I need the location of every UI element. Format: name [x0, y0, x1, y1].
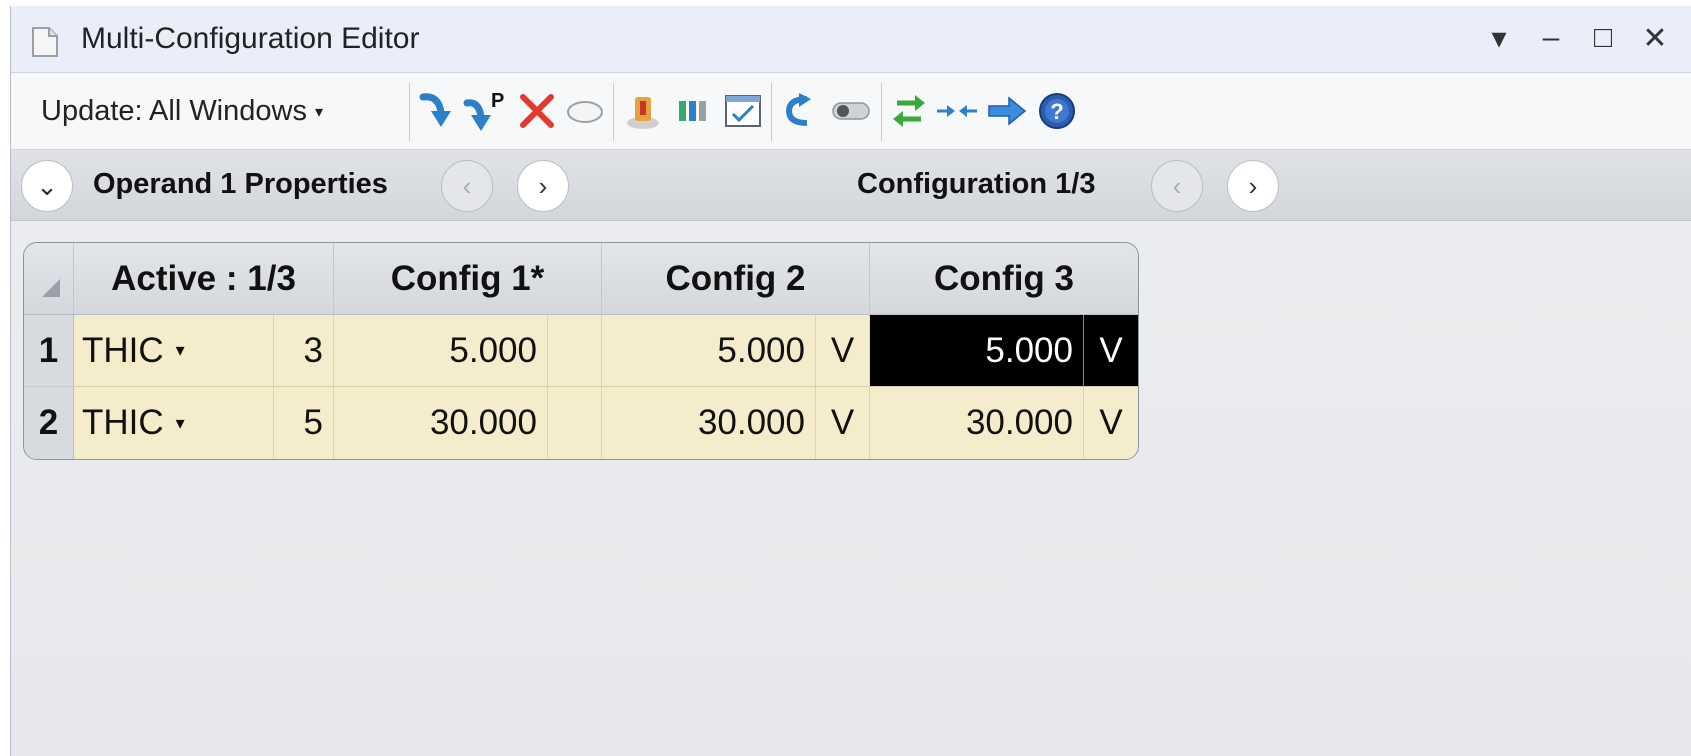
- operand-type: THIC: [82, 330, 164, 370]
- row-header-1[interactable]: 1: [24, 315, 74, 387]
- column-header-config-3[interactable]: Config 3: [870, 243, 1138, 315]
- toolbar-divider: [613, 83, 614, 141]
- columns-icon: [679, 101, 706, 121]
- update-label: Update: All Windows: [41, 95, 307, 127]
- toolbar: Update: All Windows ▾ P ?: [11, 73, 1691, 150]
- checklist-button[interactable]: [721, 87, 765, 135]
- toggle-button[interactable]: [829, 87, 873, 135]
- navigation-bar: ⌄ Operand 1 Properties ‹ › Configuration…: [11, 150, 1691, 221]
- insert-after-icon: P: [463, 90, 504, 131]
- chevron-down-icon: ▾: [314, 103, 323, 121]
- maximize-button[interactable]: □: [1583, 16, 1623, 60]
- close-button[interactable]: ✕: [1635, 16, 1675, 60]
- configuration-button[interactable]: [621, 87, 665, 135]
- swap-button[interactable]: [887, 87, 931, 135]
- columns-button[interactable]: [671, 87, 715, 135]
- solve-flag-cell[interactable]: V: [816, 315, 870, 387]
- solve-flag-cell[interactable]: [548, 387, 602, 459]
- ellipse-button[interactable]: [563, 87, 607, 135]
- chevron-right-icon: ›: [538, 170, 548, 201]
- insert-after-letter: P: [491, 90, 504, 112]
- operand-properties-label: Operand 1 Properties: [93, 168, 388, 200]
- minimize-button[interactable]: –: [1531, 16, 1571, 60]
- chevron-left-icon: ‹: [462, 170, 472, 201]
- configuration-label: Configuration 1/3: [857, 168, 1096, 200]
- insert-after-button[interactable]: P: [463, 87, 507, 135]
- update-dropdown[interactable]: Update: All Windows ▾: [41, 95, 323, 128]
- checklist-icon: [725, 95, 761, 127]
- help-icon: ?: [1039, 93, 1075, 129]
- config-value-cell[interactable]: 5.000: [334, 315, 548, 387]
- config-value-cell[interactable]: 30.000: [870, 387, 1084, 459]
- operand-param-cell[interactable]: 5: [274, 387, 334, 459]
- chevron-down-icon: ▾: [175, 340, 185, 360]
- solve-flag-cell[interactable]: V: [816, 387, 870, 459]
- config-value-cell[interactable]: 5.000: [602, 315, 816, 387]
- column-header-config-1[interactable]: Config 1*: [334, 243, 602, 315]
- delete-operand-button[interactable]: [515, 87, 559, 135]
- select-all-icon: [42, 279, 60, 297]
- svg-text:?: ?: [1050, 99, 1063, 124]
- undo-button[interactable]: [777, 87, 821, 135]
- config-value-cell[interactable]: 30.000: [334, 387, 548, 459]
- title-bar[interactable]: Multi-Configuration Editor ▾ – □ ✕: [11, 6, 1691, 73]
- close-icon: ✕: [1642, 21, 1668, 55]
- chevron-right-icon: ›: [1248, 170, 1258, 201]
- help-button[interactable]: ?: [1035, 87, 1079, 135]
- collapse-arrows-icon: [937, 105, 977, 117]
- config-grid: Active : 1/3 Config 1* Config 2 Config 3…: [23, 242, 1139, 460]
- collapse-button[interactable]: [935, 87, 979, 135]
- config-next-button[interactable]: ›: [1227, 160, 1279, 212]
- configuration-icon: [627, 97, 659, 129]
- expand-properties-button[interactable]: ⌄: [21, 160, 73, 212]
- undo-arrow-icon: [785, 93, 811, 126]
- toolbar-divider: [881, 83, 882, 141]
- chevron-left-icon: ‹: [1172, 170, 1182, 201]
- window-menu-button[interactable]: ▾: [1479, 16, 1519, 60]
- column-header-config-2[interactable]: Config 2: [602, 243, 870, 315]
- solve-flag-cell[interactable]: V: [1084, 387, 1138, 459]
- solve-flag-cell[interactable]: [548, 315, 602, 387]
- chevron-down-icon: ▾: [175, 412, 185, 433]
- delete-operand-icon: [520, 94, 554, 128]
- operand-type-dropdown[interactable]: THIC ▾: [74, 315, 274, 387]
- toolbar-divider: [771, 83, 772, 141]
- maximize-icon: □: [1593, 21, 1613, 54]
- forward-button[interactable]: [985, 87, 1029, 135]
- operand-prev-button[interactable]: ‹: [441, 160, 493, 212]
- multi-config-editor-window: Multi-Configuration Editor ▾ – □ ✕ Updat…: [10, 6, 1691, 756]
- toolbar-divider: [409, 83, 410, 141]
- ellipse-icon: [567, 101, 603, 123]
- minimize-icon: –: [1542, 21, 1560, 54]
- chevron-down-icon: ▾: [1491, 21, 1507, 55]
- config-prev-button[interactable]: ‹: [1151, 160, 1203, 212]
- operand-type: THIC: [82, 403, 164, 442]
- config-value-cell[interactable]: 30.000: [602, 387, 816, 459]
- operand-param-cell[interactable]: 3: [274, 315, 334, 387]
- right-arrow-icon: [988, 96, 1027, 126]
- grid-corner[interactable]: [24, 243, 74, 315]
- operand-type-dropdown[interactable]: THIC ▾: [74, 387, 274, 459]
- insert-operand-icon: [419, 93, 451, 127]
- insert-operand-button[interactable]: [415, 87, 459, 135]
- row-header-2[interactable]: 2: [24, 387, 74, 459]
- column-header-active[interactable]: Active : 1/3: [74, 243, 334, 315]
- window-title: Multi-Configuration Editor: [81, 22, 420, 55]
- solve-flag-cell-selected[interactable]: V: [1084, 315, 1138, 387]
- chevron-down-icon: ⌄: [36, 170, 58, 201]
- config-value-cell-selected[interactable]: 5.000: [870, 315, 1084, 387]
- toggle-icon: [832, 102, 870, 120]
- swap-arrows-icon: [893, 95, 925, 127]
- operand-next-button[interactable]: ›: [517, 160, 569, 212]
- document-icon: [32, 27, 58, 57]
